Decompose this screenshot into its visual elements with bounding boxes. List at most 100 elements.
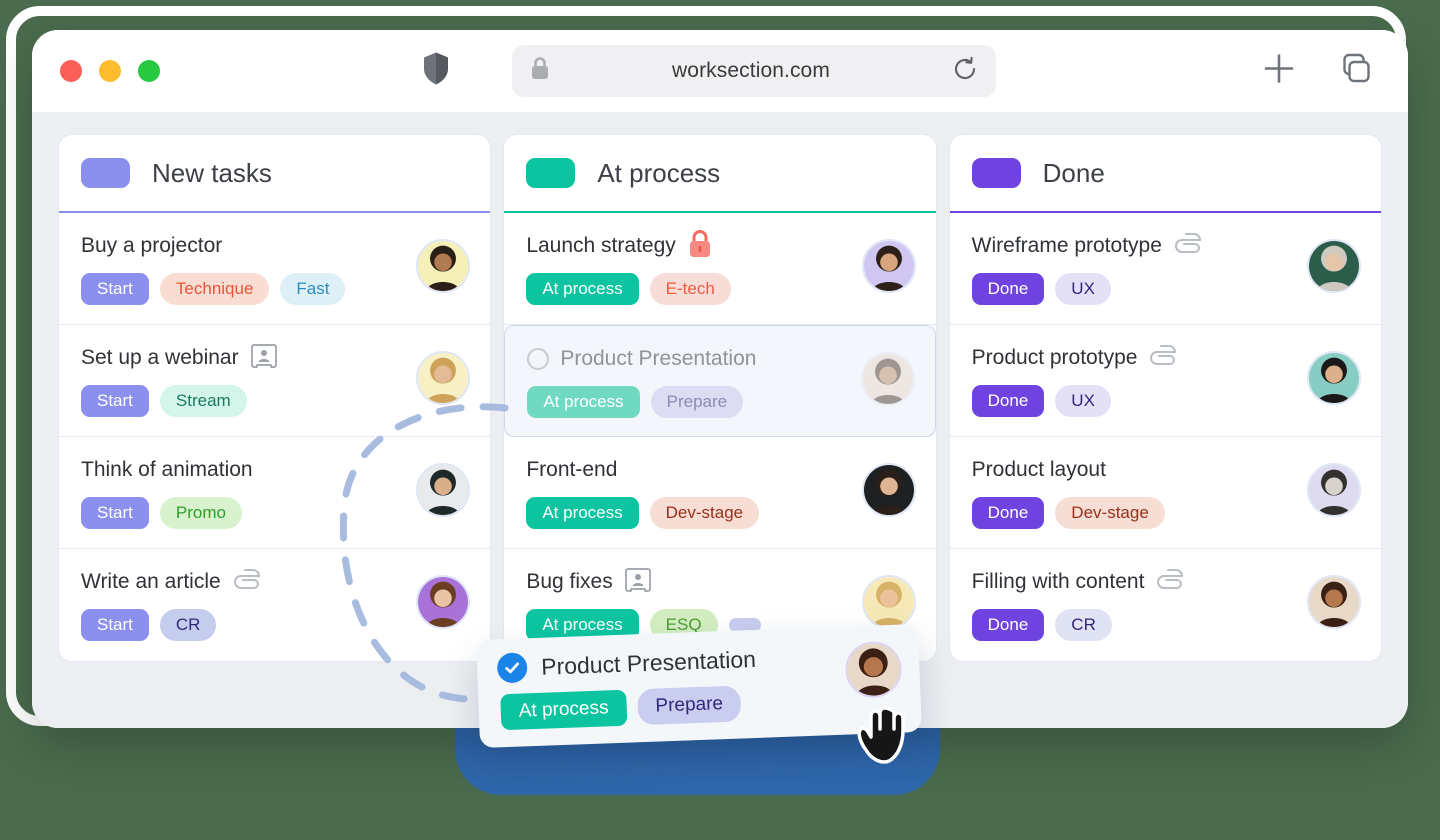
avatar[interactable]: [1306, 463, 1361, 517]
task-title-row: Wireframe prototype: [972, 229, 1359, 263]
task-tag[interactable]: Done: [971, 609, 1045, 641]
task-title-row: Product Presentation: [527, 342, 912, 376]
task-tag[interactable]: At process: [526, 497, 639, 529]
shield-icon[interactable]: [422, 52, 450, 91]
task-title-row: Product layout: [972, 453, 1359, 487]
column-color-swatch: [526, 158, 576, 188]
task-title-row: Write an article: [81, 565, 468, 599]
task-tag[interactable]: Stream: [159, 385, 247, 417]
task-title: Product layout: [971, 458, 1106, 481]
dragged-task-tag[interactable]: Prepare: [636, 685, 742, 726]
minimize-button[interactable]: [99, 60, 121, 82]
task-title: Product prototype: [971, 346, 1138, 369]
task-tag[interactable]: Done: [971, 273, 1045, 305]
zoom-button[interactable]: [138, 60, 160, 82]
task-tag[interactable]: Prepare: [650, 386, 744, 418]
task-row[interactable]: Set up a webinar Start Stream: [59, 325, 491, 437]
task-row[interactable]: Wireframe prototype Done UX: [949, 213, 1381, 325]
task-tag[interactable]: Fast: [280, 273, 346, 305]
task-tag[interactable]: Start: [81, 385, 149, 417]
task-tag[interactable]: Start: [81, 273, 149, 305]
kanban-column-done: Done Wireframe prototype Done UX Product…: [948, 134, 1382, 662]
avatar[interactable]: [416, 351, 471, 405]
column-color-swatch: [971, 158, 1021, 188]
kanban-column-new-tasks: New tasks Buy a projector Start Technique…: [58, 134, 492, 662]
task-row[interactable]: Write an article Start CR: [59, 549, 490, 661]
task-tags: Done UX: [971, 273, 1359, 305]
task-tag[interactable]: CR: [1055, 609, 1112, 641]
task-title-row: Think of animation: [81, 453, 468, 487]
task-row[interactable]: Product Presentation At process Prepare: [504, 325, 936, 437]
close-button[interactable]: [60, 60, 82, 82]
task-tag[interactable]: At process: [526, 273, 639, 305]
lock-icon: [530, 56, 550, 86]
task-tag[interactable]: Done: [971, 385, 1045, 417]
lock-red-icon: [687, 229, 713, 264]
task-tags: At process E-tech: [526, 273, 913, 305]
column-title: At process: [597, 157, 721, 188]
task-tag[interactable]: At process: [527, 386, 640, 418]
avatar[interactable]: [416, 463, 471, 517]
paperclip-icon: [1148, 344, 1178, 373]
reload-icon[interactable]: [952, 56, 978, 87]
task-tags: Start Stream: [81, 385, 468, 417]
contact-card-icon: [624, 567, 652, 597]
contact-card-icon: [250, 343, 278, 373]
task-tag[interactable]: UX: [1055, 385, 1111, 417]
avatar[interactable]: [861, 239, 916, 293]
task-tag[interactable]: Start: [81, 609, 149, 641]
task-tags: Done CR: [971, 609, 1359, 641]
task-checkbox[interactable]: [527, 348, 550, 370]
copy-tabs-icon[interactable]: [1338, 51, 1374, 92]
task-title: Write an article: [81, 570, 221, 593]
paperclip-icon: [1155, 568, 1185, 597]
task-tag[interactable]: UX: [1055, 273, 1111, 305]
task-row[interactable]: Product prototype Done UX: [949, 325, 1381, 437]
avatar[interactable]: [861, 575, 916, 629]
check-circle-icon: [496, 652, 528, 684]
plus-icon[interactable]: [1262, 52, 1296, 91]
task-title: Bug fixes: [526, 570, 613, 593]
task-title-row: Launch strategy: [526, 229, 913, 263]
toolbar-actions: [1262, 51, 1374, 92]
browser-window: worksection.com New tasks Buy a projecto…: [32, 30, 1408, 728]
task-tag[interactable]: Done: [971, 497, 1045, 529]
task-row[interactable]: Think of animation Start Promo: [59, 437, 491, 549]
task-tags: Done Dev-stage: [971, 497, 1359, 529]
dragged-task-tags: At process Prepare: [500, 680, 901, 731]
avatar[interactable]: [1306, 575, 1361, 629]
task-tag[interactable]: Technique: [159, 273, 270, 305]
task-row[interactable]: Filling with content Done CR: [950, 549, 1381, 661]
task-tag[interactable]: Promo: [159, 497, 242, 529]
address-bar[interactable]: worksection.com: [512, 45, 996, 97]
task-tag[interactable]: E-tech: [649, 273, 731, 305]
avatar[interactable]: [860, 352, 915, 406]
task-title: Filling with content: [971, 570, 1145, 593]
avatar[interactable]: [416, 575, 471, 629]
paperclip-icon: [232, 568, 262, 597]
task-title: Front-end: [526, 458, 618, 481]
task-title: Set up a webinar: [81, 346, 239, 369]
dragged-task-tag[interactable]: At process: [500, 689, 628, 731]
task-tags: Start Promo: [81, 497, 468, 529]
task-title: Wireframe prototype: [971, 234, 1162, 257]
task-tag[interactable]: Dev-stage: [1055, 497, 1165, 529]
task-tags: Done UX: [971, 385, 1359, 417]
task-row[interactable]: Front-end At process Dev-stage: [504, 437, 936, 549]
avatar[interactable]: [861, 463, 916, 517]
avatar[interactable]: [1306, 351, 1361, 405]
task-tag[interactable]: CR: [159, 609, 217, 641]
window-controls: [60, 60, 160, 82]
task-row[interactable]: Launch strategy At process E-tech: [504, 213, 936, 325]
task-tag[interactable]: Start: [81, 497, 149, 529]
task-tag[interactable]: Dev-stage: [649, 497, 760, 529]
task-title-row: Buy a projector: [81, 229, 468, 263]
task-title: Product Presentation: [560, 347, 757, 370]
avatar[interactable]: [1306, 239, 1361, 293]
task-title-row: Set up a webinar: [81, 341, 468, 375]
column-header: Done: [949, 135, 1381, 213]
task-row[interactable]: Buy a projector Start Technique Fast: [59, 213, 491, 325]
avatar[interactable]: [416, 239, 471, 293]
task-row[interactable]: Product layout Done Dev-stage: [949, 437, 1381, 549]
task-tags: Start Technique Fast: [81, 273, 468, 305]
